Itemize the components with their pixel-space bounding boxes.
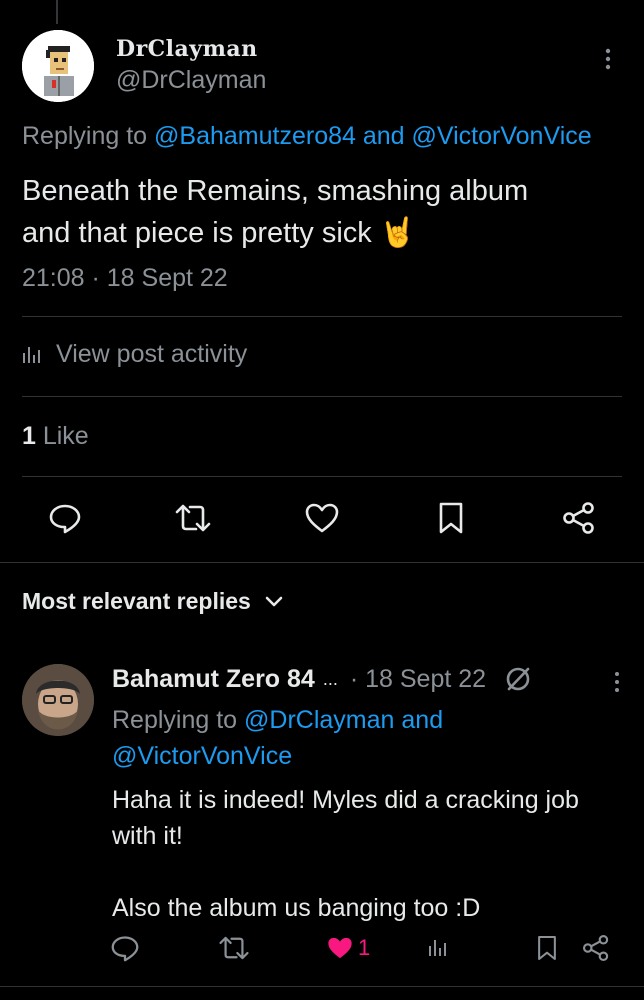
likes-count-row[interactable]: 1 Like	[22, 422, 89, 451]
post-timestamp[interactable]: 21:08 · 18 Sept 22	[22, 264, 228, 293]
reply-date[interactable]: · 18 Sept 22	[350, 665, 486, 694]
section-divider	[0, 562, 644, 563]
bookmark-icon[interactable]	[431, 498, 471, 538]
replies-sort-dropdown[interactable]: Most relevant replies	[22, 588, 283, 615]
reply-more-options-icon[interactable]	[610, 668, 624, 701]
author-info: DrClayman @DrClayman	[116, 36, 266, 95]
bookmark-icon[interactable]	[536, 930, 558, 966]
reply-text: Haha it is indeed! Myles did a cracking …	[112, 786, 579, 922]
post-more-options-icon[interactable]	[600, 44, 616, 74]
avatar[interactable]	[22, 664, 94, 736]
replying-prefix: Replying to	[112, 706, 245, 734]
liked-heart-button[interactable]: 1	[326, 930, 370, 966]
share-icon[interactable]	[559, 498, 599, 538]
like-label: Like	[35, 422, 89, 450]
analytics-icon	[23, 346, 40, 363]
reply-author-name[interactable]: Bahamut Zero 84	[112, 665, 315, 694]
grok-icon[interactable]	[504, 665, 532, 693]
divider	[22, 396, 622, 397]
post-text: Beneath the Remains, smashing album and …	[22, 170, 622, 254]
replying-prefix: Replying to	[22, 122, 155, 150]
section-divider	[0, 986, 644, 987]
reply-name-truncation: ...	[322, 668, 338, 689]
divider	[22, 476, 622, 477]
replying-joiner: and	[355, 122, 412, 150]
avatar[interactable]	[22, 30, 94, 102]
mention-link-victorvonvice[interactable]: @VictorVonVice	[412, 122, 592, 150]
rock-on-emoji-icon: 🤘	[379, 217, 416, 249]
chevron-down-icon	[265, 596, 283, 606]
heart-filled-icon	[328, 937, 352, 959]
pixel-avatar-icon	[22, 30, 94, 102]
reply-like-count: 1	[358, 935, 371, 960]
mention-link-drclayman[interactable]: @DrClayman	[244, 706, 394, 734]
post-author-row: DrClayman @DrClayman	[22, 30, 622, 104]
replying-joiner: and	[394, 706, 444, 734]
reply-icon[interactable]	[45, 498, 85, 538]
reply-body: Bahamut Zero 84 ... · 18 Sept 22 Replyin…	[112, 664, 632, 926]
post-text-line-2: and that piece is pretty sick 🤘	[22, 212, 622, 254]
share-icon[interactable]	[582, 930, 610, 966]
like-count: 1	[22, 422, 36, 450]
repost-icon[interactable]	[173, 498, 213, 538]
reply-header: Bahamut Zero 84 ... · 18 Sept 22	[112, 664, 632, 694]
author-handle[interactable]: @DrClayman	[116, 66, 266, 95]
replies-sort-label: Most relevant replies	[22, 588, 251, 614]
divider	[22, 316, 622, 317]
reply-replying-to-line: Replying to @DrClayman and @VictorVonVice	[112, 702, 632, 774]
post-text-line-1: Beneath the Remains, smashing album	[22, 175, 529, 207]
user-photo-icon	[22, 664, 94, 736]
reply-icon[interactable]	[110, 930, 140, 966]
main-post: DrClayman @DrClayman Replying to @Bahamu…	[22, 30, 622, 292]
thread-connector-line	[56, 0, 58, 24]
reply-action-bar: 1	[22, 930, 632, 966]
post-text-line-2-body: and that piece is pretty sick	[22, 217, 380, 249]
like-heart-icon[interactable]	[302, 498, 342, 538]
view-post-activity-link[interactable]: View post activity	[22, 340, 247, 369]
view-post-activity-label: View post activity	[56, 340, 248, 368]
mention-link-victorvonvice[interactable]: @VictorVonVice	[112, 742, 292, 770]
repost-icon[interactable]	[218, 930, 250, 966]
replying-to-line: Replying to @Bahamutzero84 and @VictorVo…	[22, 122, 592, 151]
mention-link-bahamutzero84[interactable]: @Bahamutzero84	[154, 122, 356, 150]
post-action-bar	[0, 498, 644, 544]
analytics-icon[interactable]	[428, 930, 450, 966]
author-display-name[interactable]: DrClayman	[116, 36, 266, 62]
